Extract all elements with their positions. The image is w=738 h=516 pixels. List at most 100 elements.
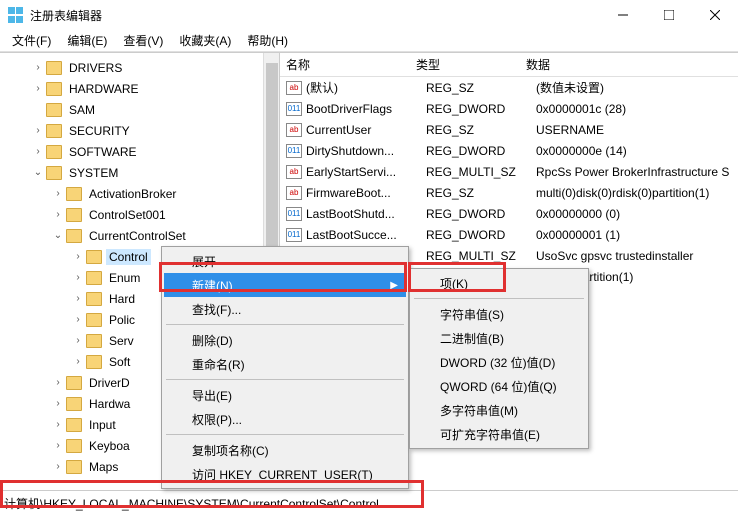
tree-item[interactable]: ›ActivationBroker xyxy=(0,183,279,204)
menu-help[interactable]: 帮助(H) xyxy=(239,32,296,49)
folder-icon xyxy=(46,82,62,96)
expand-icon[interactable]: › xyxy=(52,209,64,220)
menu-edit[interactable]: 编辑(E) xyxy=(59,32,115,49)
col-data[interactable]: 数据 xyxy=(520,56,738,73)
list-row[interactable]: 011LastBootShutd...REG_DWORD0x00000000 (… xyxy=(280,203,738,224)
ctx-export[interactable]: 导出(E) xyxy=(164,383,406,407)
value-data: 0x00000000 (0) xyxy=(536,207,738,221)
binary-value-icon: 011 xyxy=(286,102,302,116)
ctx-new-binary[interactable]: 二进制值(B) xyxy=(412,326,586,350)
tree-label: CurrentControlSet xyxy=(86,228,189,244)
folder-icon xyxy=(86,271,102,285)
value-name: DirtyShutdown... xyxy=(306,144,426,158)
col-type[interactable]: 类型 xyxy=(410,56,520,73)
expand-icon[interactable]: › xyxy=(72,251,84,262)
folder-icon xyxy=(86,292,102,306)
expand-icon[interactable]: › xyxy=(32,83,44,94)
value-type: REG_SZ xyxy=(426,81,536,95)
ctx-permissions[interactable]: 权限(P)... xyxy=(164,407,406,431)
submenu-arrow-icon: ▶ xyxy=(390,280,398,291)
menu-view[interactable]: 查看(V) xyxy=(115,32,171,49)
minimize-button[interactable] xyxy=(600,0,646,30)
expand-icon[interactable]: › xyxy=(52,398,64,409)
expand-icon[interactable]: › xyxy=(72,272,84,283)
tree-label: Soft xyxy=(106,354,133,370)
ctx-delete[interactable]: 删除(D) xyxy=(164,328,406,352)
value-data: 0x00000001 (1) xyxy=(536,228,738,242)
folder-icon xyxy=(66,376,82,390)
list-row[interactable]: 011DirtyShutdown...REG_DWORD0x0000000e (… xyxy=(280,140,738,161)
ctx-new-expand-string[interactable]: 可扩充字符串值(E) xyxy=(412,422,586,446)
tree-label: SECURITY xyxy=(66,123,133,139)
expand-icon[interactable]: › xyxy=(72,335,84,346)
ctx-find[interactable]: 查找(F)... xyxy=(164,297,406,321)
binary-value-icon: 011 xyxy=(286,228,302,242)
tree-label: ControlSet001 xyxy=(86,207,169,223)
tree-label: Control xyxy=(106,249,151,265)
tree-label: Keyboa xyxy=(86,438,133,454)
ctx-new-dword[interactable]: DWORD (32 位)值(D) xyxy=(412,350,586,374)
expand-icon[interactable]: › xyxy=(52,377,64,388)
list-row[interactable]: abEarlyStartServi...REG_MULTI_SZRpcSs Po… xyxy=(280,161,738,182)
folder-icon xyxy=(46,103,62,117)
menu-bar: 文件(F) 编辑(E) 查看(V) 收藏夹(A) 帮助(H) xyxy=(0,30,738,52)
value-name: (默认) xyxy=(306,79,426,96)
value-data: (数值未设置) xyxy=(536,79,738,96)
app-icon xyxy=(8,7,24,23)
tree-item[interactable]: ⌄ CurrentControlSet xyxy=(0,225,279,246)
ctx-copy-key-name[interactable]: 复制项名称(C) xyxy=(164,438,406,462)
expand-icon[interactable]: › xyxy=(32,125,44,136)
tree-label: Serv xyxy=(106,333,137,349)
tree-item[interactable]: ›HARDWARE xyxy=(0,78,279,99)
folder-icon xyxy=(46,145,62,159)
maximize-button[interactable] xyxy=(646,0,692,30)
menu-favorites[interactable]: 收藏夹(A) xyxy=(171,32,239,49)
tree-item[interactable]: ›DRIVERS xyxy=(0,57,279,78)
expand-icon[interactable]: › xyxy=(72,314,84,325)
expand-icon[interactable]: › xyxy=(32,62,44,73)
tree-item[interactable]: ⌄SYSTEM xyxy=(0,162,279,183)
list-row[interactable]: abFirmwareBoot...REG_SZmulti(0)disk(0)rd… xyxy=(280,182,738,203)
expand-icon[interactable]: › xyxy=(32,146,44,157)
list-row[interactable]: ab(默认)REG_SZ(数值未设置) xyxy=(280,77,738,98)
value-data: RpcSs Power BrokerInfrastructure S xyxy=(536,165,738,179)
ctx-expand[interactable]: 展开 xyxy=(164,249,406,273)
value-name: EarlyStartServi... xyxy=(306,165,426,179)
folder-icon xyxy=(46,61,62,75)
ctx-new-string[interactable]: 字符串值(S) xyxy=(412,302,586,326)
ctx-goto-hkcu[interactable]: 访问 HKEY_CURRENT_USER(T) xyxy=(164,462,406,486)
tree-label: SOFTWARE xyxy=(66,144,140,160)
folder-icon xyxy=(86,313,102,327)
expand-icon[interactable]: › xyxy=(52,419,64,430)
tree-item[interactable]: › SOFTWARE xyxy=(0,141,279,162)
folder-icon xyxy=(66,439,82,453)
ctx-separator xyxy=(166,379,404,380)
expand-icon[interactable]: › xyxy=(52,461,64,472)
expand-icon[interactable]: ⌄ xyxy=(32,167,44,178)
value-type: REG_DWORD xyxy=(426,228,536,242)
col-name[interactable]: 名称 xyxy=(280,56,410,73)
list-row[interactable]: abCurrentUserREG_SZUSERNAME xyxy=(280,119,738,140)
binary-value-icon: 011 xyxy=(286,144,302,158)
expand-icon[interactable]: › xyxy=(72,293,84,304)
value-name: CurrentUser xyxy=(306,123,426,137)
menu-file[interactable]: 文件(F) xyxy=(4,32,59,49)
ctx-new-qword[interactable]: QWORD (64 位)值(Q) xyxy=(412,374,586,398)
ctx-new-key[interactable]: 项(K) xyxy=(412,271,586,295)
ctx-new[interactable]: 新建(N)▶ xyxy=(164,273,406,297)
tree-item[interactable]: › ControlSet001 xyxy=(0,204,279,225)
expand-icon[interactable]: › xyxy=(72,356,84,367)
ctx-separator xyxy=(166,324,404,325)
tree-item[interactable]: SAM xyxy=(0,99,279,120)
list-row[interactable]: 011BootDriverFlagsREG_DWORD0x0000001c (2… xyxy=(280,98,738,119)
expand-icon[interactable]: ⌄ xyxy=(52,230,64,241)
value-type: REG_DWORD xyxy=(426,207,536,221)
list-row[interactable]: 011LastBootSucce...REG_DWORD0x00000001 (… xyxy=(280,224,738,245)
ctx-new-multi-string[interactable]: 多字符串值(M) xyxy=(412,398,586,422)
expand-icon[interactable]: › xyxy=(52,440,64,451)
value-type: REG_MULTI_SZ xyxy=(426,165,536,179)
close-button[interactable] xyxy=(692,0,738,30)
expand-icon[interactable]: › xyxy=(52,188,64,199)
ctx-rename[interactable]: 重命名(R) xyxy=(164,352,406,376)
tree-item[interactable]: › SECURITY xyxy=(0,120,279,141)
